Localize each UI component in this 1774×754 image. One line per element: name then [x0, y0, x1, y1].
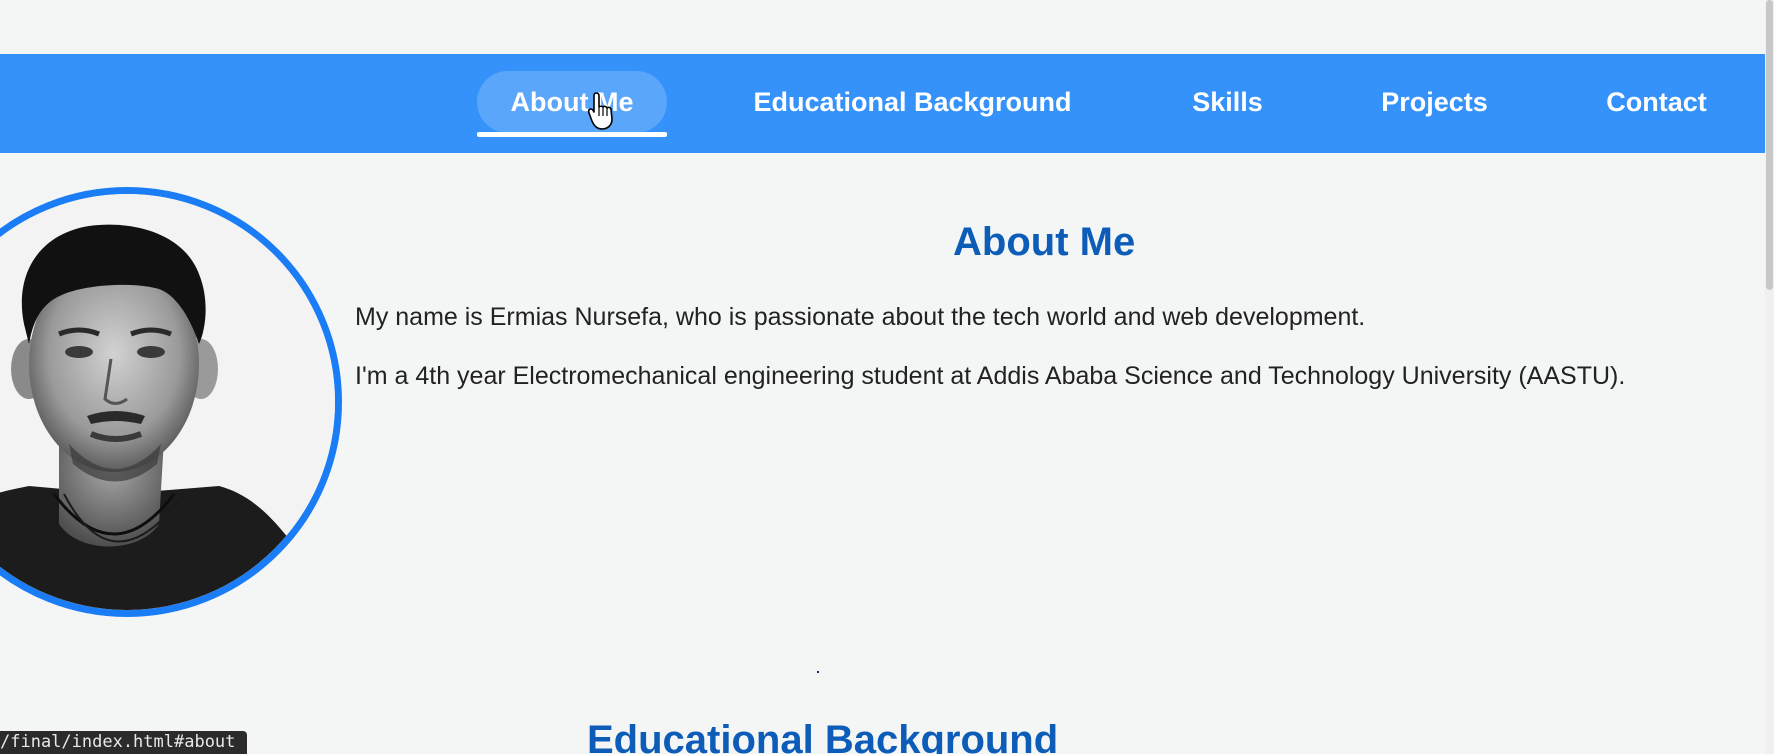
- nav-link-projects[interactable]: Projects: [1371, 71, 1498, 133]
- decorative-dot: [817, 671, 819, 673]
- about-paragraph-name: My name is Ermias Nursefa, who is passio…: [355, 303, 1366, 331]
- link-preview-status-bar: /final/index.html#about: [0, 731, 248, 754]
- nav-link-about-me[interactable]: About Me: [477, 71, 667, 137]
- nav-link-educational-background[interactable]: Educational Background: [739, 71, 1086, 133]
- nav-link-contact[interactable]: Contact: [1600, 71, 1713, 133]
- top-navbar: About Me Educational Background Skills P…: [0, 54, 1765, 153]
- profile-photo-avatar: [0, 187, 342, 617]
- educational-background-heading: Educational Background: [587, 718, 1059, 754]
- vertical-scrollbar[interactable]: [1765, 0, 1774, 754]
- page: About Me Educational Background Skills P…: [0, 0, 1774, 754]
- profile-photo-illustration: [0, 194, 335, 610]
- scrollbar-thumb[interactable]: [1766, 0, 1773, 290]
- hand-pointer-cursor-icon: [588, 92, 613, 130]
- about-me-heading: About Me: [953, 220, 1136, 264]
- nav-link-skills[interactable]: Skills: [1183, 71, 1272, 133]
- about-paragraph-education: I'm a 4th year Electromechanical enginee…: [355, 362, 1626, 390]
